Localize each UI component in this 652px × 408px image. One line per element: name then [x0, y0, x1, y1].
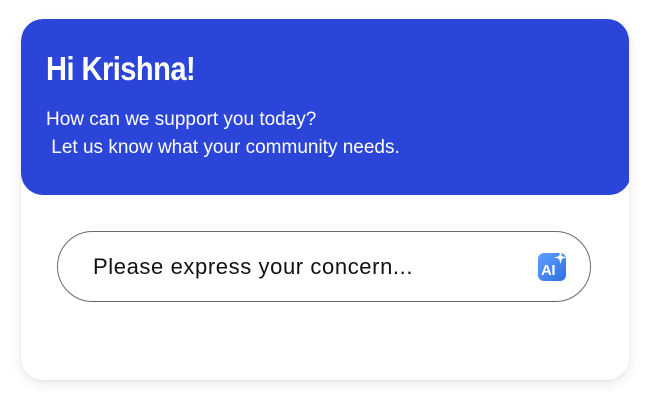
ai-label: AI — [541, 262, 556, 279]
ai-assist-button[interactable]: AI — [538, 251, 567, 281]
concern-input-container[interactable]: AI — [57, 231, 591, 302]
greeting-title: Hi Krishna! — [46, 50, 196, 87]
concern-input[interactable] — [93, 232, 523, 301]
welcome-header: Hi Krishna! How can we support you today… — [21, 19, 629, 195]
greeting-subtitle: How can we support you today? Let us kno… — [46, 109, 400, 158]
sparkle-icon — [554, 251, 567, 264]
support-card: Hi Krishna! How can we support you today… — [21, 19, 629, 380]
